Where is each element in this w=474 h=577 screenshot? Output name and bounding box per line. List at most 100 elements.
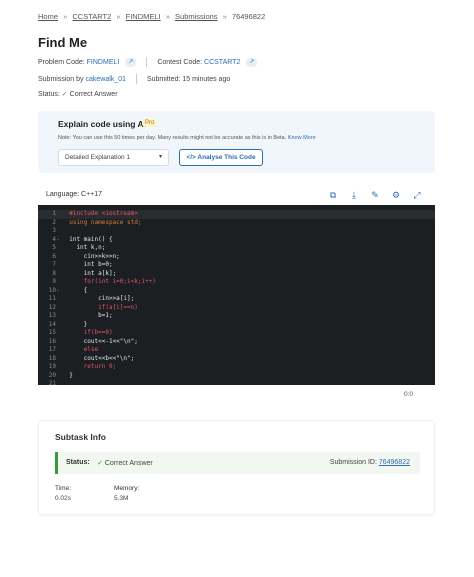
- line-number: 11: [48, 295, 56, 302]
- submission-by-label: Submission by: [38, 75, 84, 83]
- check-icon: ✓: [61, 91, 68, 98]
- subtask-status-value-wrap: ✓ Correct Answer: [95, 459, 153, 467]
- code-line: 1 #include <iostream>: [38, 210, 137, 219]
- status-label: Status:: [38, 90, 60, 98]
- download-icon[interactable]: ⤓: [348, 189, 360, 201]
- breadcrumb-current: 76496822: [231, 12, 266, 21]
- code-line: 17 else: [38, 346, 98, 355]
- code-text: cout<<-1<<"\n";: [62, 337, 138, 345]
- fullscreen-icon[interactable]: ⤢: [411, 189, 423, 201]
- line-number: 19: [48, 363, 56, 370]
- settings-icon[interactable]: ⚙: [390, 189, 402, 201]
- line-number: 14: [48, 320, 56, 328]
- code-line: 5 int k,n;: [38, 244, 105, 253]
- code-line: 3: [38, 227, 69, 236]
- time-label: Time:: [55, 485, 72, 492]
- code-text: else: [62, 346, 99, 353]
- line-number: 17: [48, 346, 56, 353]
- explanation-select[interactable]: Detailed Explanation 1 ▾: [58, 149, 169, 166]
- code-line: 18 cout<<b<<"\n";: [38, 355, 134, 364]
- code-text: cout<<b<<"\n";: [62, 354, 135, 362]
- breadcrumb-problem[interactable]: FINDMELI: [126, 12, 161, 21]
- subtask-status-row: Status: ✓ Correct Answer Submission ID: 7…: [55, 452, 420, 474]
- code-editor[interactable]: 1 #include <iostream> 2 using namespace s…: [38, 205, 435, 385]
- cursor-position: 0:0: [403, 391, 413, 398]
- problem-meta-row: Problem Code: FINDMELI ↗ Contest Code: C…: [38, 57, 258, 67]
- code-text: {: [62, 286, 88, 294]
- subtask-info-card: Subtask Info Status: ✓ Correct Answer Sub…: [38, 420, 435, 515]
- code-line: 10- {: [38, 286, 88, 296]
- contest-code-label: Contest Code:: [157, 58, 203, 66]
- editor-toolbar-icons: ⧉ ⤓ ✎ ⚙ ⤢: [327, 189, 423, 201]
- know-more-link[interactable]: Know More: [288, 135, 316, 141]
- submission-id-label: Submission ID:: [329, 459, 377, 466]
- line-number: 20: [48, 371, 56, 379]
- subtask-title: Subtask Info: [55, 432, 107, 442]
- code-line: 20 }: [38, 372, 73, 381]
- line-number: 7: [52, 261, 56, 268]
- subtask-status-value: Correct Answer: [104, 460, 153, 467]
- code-line: 2 using namespace std;: [38, 219, 141, 228]
- breadcrumb-separator: »: [116, 12, 121, 21]
- code-line: 15 if(b==0): [38, 329, 113, 338]
- contest-code-link[interactable]: CCSTART2: [204, 59, 240, 66]
- code-line: 19 return 0;: [38, 363, 116, 372]
- submission-id: Submission ID: 76496822: [330, 459, 410, 466]
- line-number: 8: [52, 269, 56, 277]
- code-text: b=1;: [62, 312, 113, 319]
- time-stat: Time: 0.02s: [55, 485, 71, 502]
- line-number: 6: [52, 252, 56, 260]
- copy-icon[interactable]: ⧉: [327, 189, 339, 201]
- problem-code-link[interactable]: FINDMELI: [87, 59, 120, 66]
- code-line: 21: [38, 380, 69, 385]
- code-line: 9 for(int i=0;i<k;i++): [38, 278, 156, 287]
- code-line: 11 cin>>a[i];: [38, 295, 134, 304]
- code-line: 6 cin>>k>>n;: [38, 252, 119, 262]
- breadcrumb: Home » CCSTART2 » FINDMELI » Submissions…: [38, 12, 265, 21]
- ai-note: Note: You can use this 50 times per day.…: [58, 135, 316, 141]
- breadcrumb-submissions[interactable]: Submissions: [175, 12, 218, 21]
- breadcrumb-home[interactable]: Home: [38, 12, 58, 21]
- line-number: 12: [48, 303, 56, 311]
- code-line: 4- int main() {: [38, 235, 112, 245]
- line-number: 2: [52, 218, 56, 226]
- page-title: Find Me: [38, 35, 88, 50]
- pro-badge: Pro: [142, 119, 158, 127]
- line-number: 1: [52, 210, 56, 217]
- edit-icon[interactable]: ✎: [369, 189, 381, 201]
- submission-id-link[interactable]: 76496822: [379, 459, 410, 466]
- code-text: int b=0;: [62, 261, 113, 268]
- editor-status-bar: 0:0: [38, 387, 435, 401]
- external-link-icon[interactable]: ↗: [246, 57, 258, 67]
- code-text: return 0;: [62, 363, 117, 370]
- submission-user-link[interactable]: cakewalk_01: [85, 76, 125, 83]
- line-number: 4: [52, 235, 56, 243]
- memory-value: 5.3M: [114, 495, 129, 502]
- breadcrumb-contest[interactable]: CCSTART2: [72, 12, 111, 21]
- code-line: 7 int b=0;: [38, 261, 113, 270]
- meta-divider: [135, 74, 137, 84]
- breadcrumb-separator: »: [165, 12, 170, 21]
- status-value: Correct Answer: [69, 90, 118, 98]
- meta-divider: [146, 57, 148, 67]
- code-text: if(a[i]==n): [62, 303, 138, 311]
- breadcrumb-separator: »: [63, 12, 68, 21]
- problem-code-label: Problem Code:: [38, 58, 85, 66]
- code-line: 16 cout<<-1<<"\n";: [38, 338, 138, 347]
- line-number: 10: [48, 286, 56, 294]
- time-value: 0.02s: [55, 495, 71, 502]
- line-number: 18: [48, 354, 56, 362]
- analyse-code-button[interactable]: </> Analyse This Code: [179, 149, 263, 166]
- code-line: 14 }: [38, 320, 88, 330]
- code-text: }: [62, 371, 73, 379]
- ai-note-text: Note: You can use this 50 times per day.…: [58, 135, 287, 141]
- code-text: using namespace std;: [62, 218, 142, 226]
- code-text: if(b==0): [62, 329, 113, 336]
- code-line: 8 int a[k];: [38, 270, 116, 279]
- check-icon: ✓: [97, 460, 103, 467]
- external-link-icon[interactable]: ↗: [125, 57, 137, 67]
- breadcrumb-separator: »: [222, 12, 227, 21]
- line-number: 16: [48, 337, 56, 345]
- editor-toolbar: Language: C++17 ⧉ ⤓ ✎ ⚙ ⤢: [38, 187, 435, 205]
